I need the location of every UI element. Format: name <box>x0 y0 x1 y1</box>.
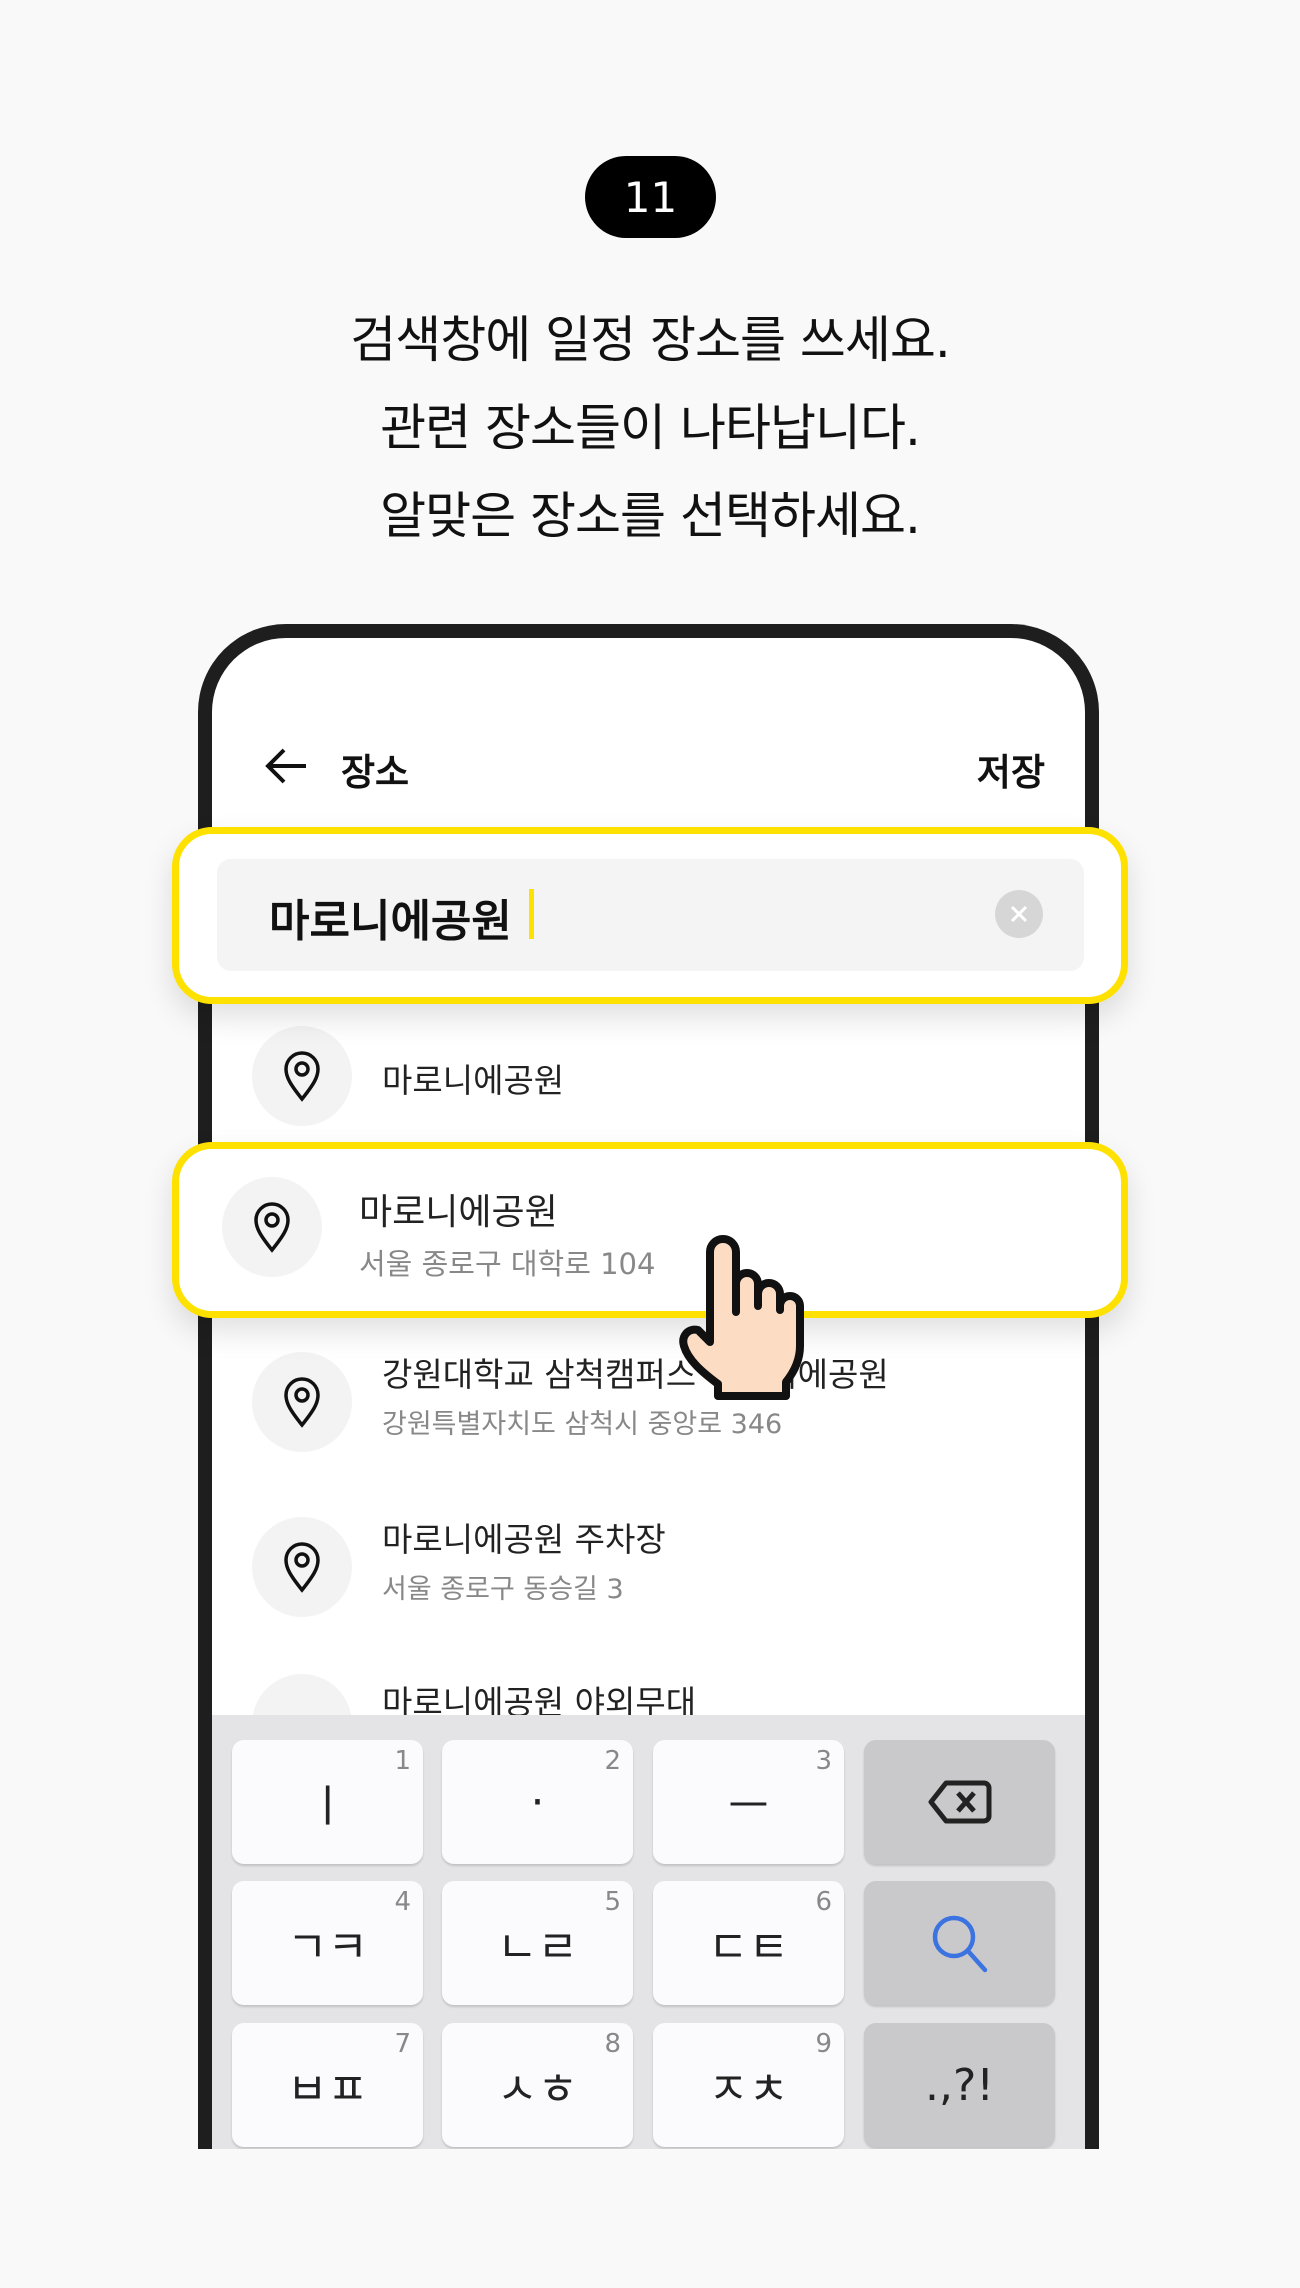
search-icon <box>932 1915 987 1973</box>
result-title: 마로니에공원 주차장 <box>382 1520 666 1559</box>
instruction-line: 관련 장소들이 나타납니다. <box>380 399 921 457</box>
instruction-line: 검색창에 일정 장소를 쓰세요. <box>350 311 951 369</box>
location-pin-icon <box>252 1026 352 1126</box>
key-label: ㄱㅋ <box>287 1922 368 1973</box>
key-number: 3 <box>815 1746 832 1776</box>
key-number: 7 <box>394 2029 411 2059</box>
key-number: 5 <box>604 1887 621 1917</box>
result-title: 강원대학교 삼척캠퍼스 마로니에공원 <box>382 1355 889 1394</box>
search-input[interactable]: 마로니에공원 <box>217 859 1084 971</box>
key[interactable]: ㅡ3 <box>653 1740 844 1864</box>
key[interactable]: ㄴㄹ 5 <box>442 1881 633 2005</box>
key[interactable]: ㄷㅌ 6 <box>653 1881 844 2005</box>
key[interactable]: ㄱㅋ 4 <box>232 1881 423 2005</box>
key-number: 4 <box>394 1887 411 1917</box>
save-button[interactable]: 저장 <box>977 742 1045 796</box>
clear-icon[interactable] <box>995 890 1043 938</box>
location-pin-icon <box>252 1352 352 1452</box>
result-address: 서울 종로구 동승길 3 <box>382 1574 624 1605</box>
key-number: 1 <box>394 1746 411 1776</box>
search-highlight: 마로니에공원 <box>172 827 1128 1004</box>
back-arrow-icon[interactable] <box>264 746 308 786</box>
text-cursor <box>529 889 534 939</box>
key-number: 2 <box>604 1746 621 1776</box>
key-label: ㅂㅍ <box>287 2064 368 2115</box>
key[interactable]: .,?! <box>864 2023 1055 2147</box>
location-pin-icon <box>222 1177 322 1277</box>
key-label: ㅅㅎ <box>497 2064 578 2115</box>
key[interactable]: ㅂㅍ 7 <box>232 2023 423 2147</box>
result-address: 강원특별자치도 삼척시 중앙로 346 <box>382 1409 783 1440</box>
key-label: .,?! <box>925 2059 994 2111</box>
page-title: 장소 <box>341 751 410 794</box>
key-label: ㅈㅊ <box>708 2064 789 2115</box>
keyboard: ㅣ 1 · 2 ㅡ 3 ㄱㅋ 4 ㄴㄹ 5 ㄷㅌ 6 ㅂㅍ 7 ㅅㅎ 8 ㅈㅊ 9.,?! <box>212 1715 1085 2149</box>
key[interactable]: ㅅㅎ 8 <box>442 2023 633 2147</box>
key-number: 8 <box>604 2029 621 2059</box>
key-label: ㄴㄹ <box>497 1922 578 1973</box>
pointing-hand-icon <box>679 1235 804 1400</box>
instruction-line: 알맞은 장소를 선택하세요. <box>380 487 921 545</box>
result-address: 서울 종로구 대학로 104 <box>359 1247 656 1281</box>
result-title: 마로니에공원 <box>382 1061 565 1100</box>
selected-result[interactable]: 마로니에공원 서울 종로구 대학로 104 <box>172 1142 1128 1318</box>
search-value: 마로니에공원 <box>269 896 512 947</box>
result-title: 마로니에공원 <box>359 1192 558 1233</box>
key-label: ㄷㅌ <box>708 1922 789 1973</box>
location-pin-icon <box>252 1517 352 1617</box>
key-label: ㅣ <box>307 1781 348 1832</box>
key-number: 6 <box>815 1887 832 1917</box>
key[interactable]: ㅣ1 <box>232 1740 423 1864</box>
key[interactable]: · 2 <box>442 1740 633 1864</box>
key[interactable]: ㅈㅊ 9 <box>653 2023 844 2147</box>
key[interactable] <box>864 1740 1055 1864</box>
backspace-icon <box>928 1780 991 1824</box>
key-label: · <box>530 1776 545 1828</box>
key-label: ㅡ <box>728 1781 769 1832</box>
key[interactable] <box>864 1881 1055 2005</box>
step-badge: 11 <box>585 156 716 238</box>
key-number: 9 <box>815 2029 832 2059</box>
